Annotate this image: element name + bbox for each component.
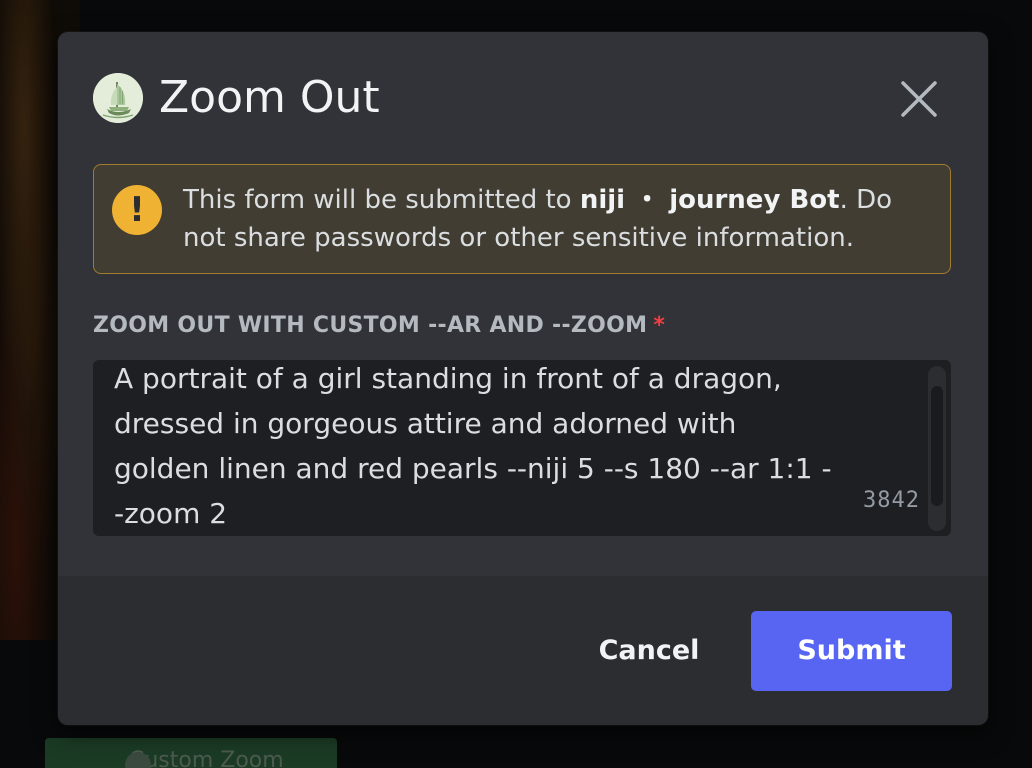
warning-notice: ! This form will be submitted to niji ・ … bbox=[93, 164, 951, 274]
prompt-text: A portrait of a girl standing in front o… bbox=[114, 362, 832, 530]
bot-avatar-icon bbox=[93, 73, 143, 123]
notice-text-before: This form will be submitted to bbox=[183, 185, 580, 215]
zoom-out-modal: Zoom Out ! This form will be submitted t… bbox=[58, 32, 988, 725]
required-marker: * bbox=[653, 313, 666, 338]
modal-title: Zoom Out bbox=[159, 72, 380, 123]
prompt-textarea[interactable]: A portrait of a girl standing in front o… bbox=[93, 360, 951, 536]
field-label: ZOOM OUT WITH CUSTOM --AR AND --ZOOM * bbox=[93, 310, 665, 342]
textarea-scrollbar[interactable] bbox=[928, 366, 946, 531]
notice-bot-name: niji ・ journey Bot bbox=[579, 185, 840, 215]
notice-text: This form will be submitted to niji ・ jo… bbox=[183, 181, 933, 257]
background-custom-zoom-button: Custom Zoom bbox=[45, 738, 337, 768]
submit-button[interactable]: Submit bbox=[751, 611, 952, 691]
field-label-text: ZOOM OUT WITH CUSTOM --AR AND --ZOOM bbox=[93, 313, 648, 338]
scrollbar-thumb[interactable] bbox=[931, 386, 943, 506]
close-icon bbox=[901, 81, 937, 117]
close-button[interactable] bbox=[896, 76, 942, 122]
modal-footer: Cancel Submit bbox=[58, 576, 988, 725]
warning-icon: ! bbox=[112, 185, 162, 235]
chip-label: Custom Zoom bbox=[129, 747, 284, 768]
cancel-button[interactable]: Cancel bbox=[585, 611, 713, 691]
modal-header: Zoom Out bbox=[58, 32, 988, 162]
character-counter: 3842 bbox=[863, 488, 920, 513]
